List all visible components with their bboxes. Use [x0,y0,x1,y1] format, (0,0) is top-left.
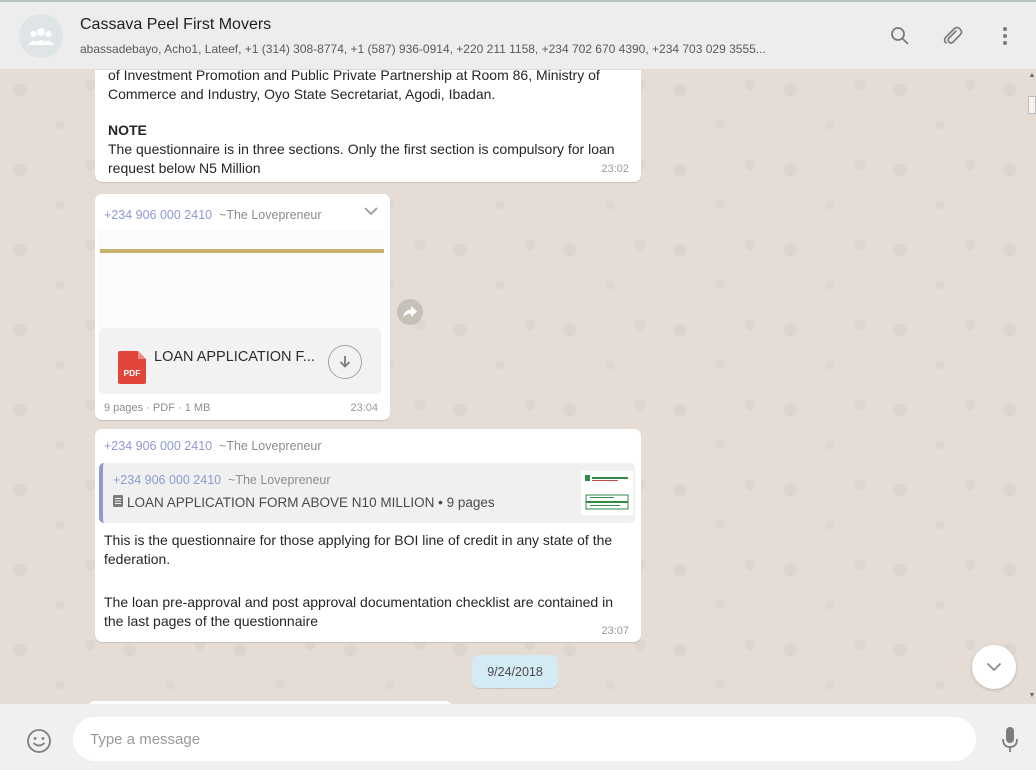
scrollbar[interactable]: ▲ ▼ [1028,70,1036,704]
message-sender[interactable]: +234 906 000 2410 ~The Lovepreneur [104,208,322,222]
quoted-document: LOAN APPLICATION FORM ABOVE N10 MILLION … [113,495,495,510]
scroll-up-arrow[interactable]: ▲ [1028,72,1036,82]
scrollbar-thumb[interactable] [1028,96,1036,114]
message-time: 23:04 [350,402,378,414]
quoted-message[interactable]: +234 906 000 2410 ~The Lovepreneur LOAN … [99,463,635,523]
document-meta: 9 pages · PDF · 1 MB [104,402,211,414]
download-icon[interactable] [328,345,362,379]
message-text: This is the questionnaire for those appl… [104,532,613,567]
message-note-text: The questionnaire is in three sections. … [108,141,615,176]
message-sender[interactable]: +234 906 000 2410 ~The Lovepreneur [104,439,322,453]
sender-phone: +234 906 000 2410 [104,208,213,222]
message-bubble[interactable]: +234 906 000 2410 ~The Lovepreneur +234 … [95,429,641,642]
sender-nick: ~The Lovepreneur [219,439,322,453]
scroll-to-bottom-button[interactable] [972,645,1016,689]
document-preview[interactable] [99,230,384,328]
sender-nick: ~The Lovepreneur [219,208,322,222]
quoted-document-thumbnail [581,471,633,515]
quoted-sender: +234 906 000 2410 ~The Lovepreneur [113,473,331,487]
chat-title[interactable]: Cassava Peel First Movers [80,16,271,34]
message-bubble[interactable]: of Investment Promotion and Public Priva… [95,70,641,182]
message-time: 23:02 [601,163,629,175]
document-name[interactable]: LOAN APPLICATION F... [154,349,315,365]
quoted-phone: +234 906 000 2410 [113,473,222,487]
emoji-icon[interactable] [26,728,52,754]
message-note-title: NOTE [108,122,147,138]
group-avatar-icon[interactable] [19,14,63,58]
preview-header-bar [100,249,384,253]
message-list[interactable]: of Investment Promotion and Public Priva… [0,70,1036,704]
quoted-nick: ~The Lovepreneur [228,473,331,487]
mic-icon[interactable] [1000,726,1020,754]
chevron-down-icon [986,662,1002,672]
message-text: of Investment Promotion and Public Priva… [108,70,600,102]
chat-members[interactable]: abassadebayo, Acho1, Lateef, +1 (314) 30… [80,42,870,56]
menu-icon[interactable] [993,24,1017,48]
sender-phone: +234 906 000 2410 [104,439,213,453]
forward-icon[interactable] [397,299,423,325]
pdf-icon-label: PDF [124,368,141,378]
composer [0,704,1036,770]
message-text: The loan pre-approval and post approval … [104,594,613,629]
message-bubble-document[interactable]: +234 906 000 2410 ~The Lovepreneur PDF L… [95,194,390,420]
scroll-down-arrow[interactable]: ▼ [1028,692,1036,702]
message-time: 23:07 [601,625,629,637]
chevron-down-icon[interactable] [363,203,379,219]
document-icon [113,495,123,510]
quoted-document-name: LOAN APPLICATION FORM ABOVE N10 MILLION … [127,495,495,510]
attach-icon[interactable] [940,24,964,48]
search-icon[interactable] [888,24,912,48]
message-input[interactable] [73,717,976,761]
pdf-icon: PDF [118,351,146,384]
date-separator: 9/24/2018 [472,655,558,688]
chat-header: Cassava Peel First Movers abassadebayo, … [0,0,1036,70]
